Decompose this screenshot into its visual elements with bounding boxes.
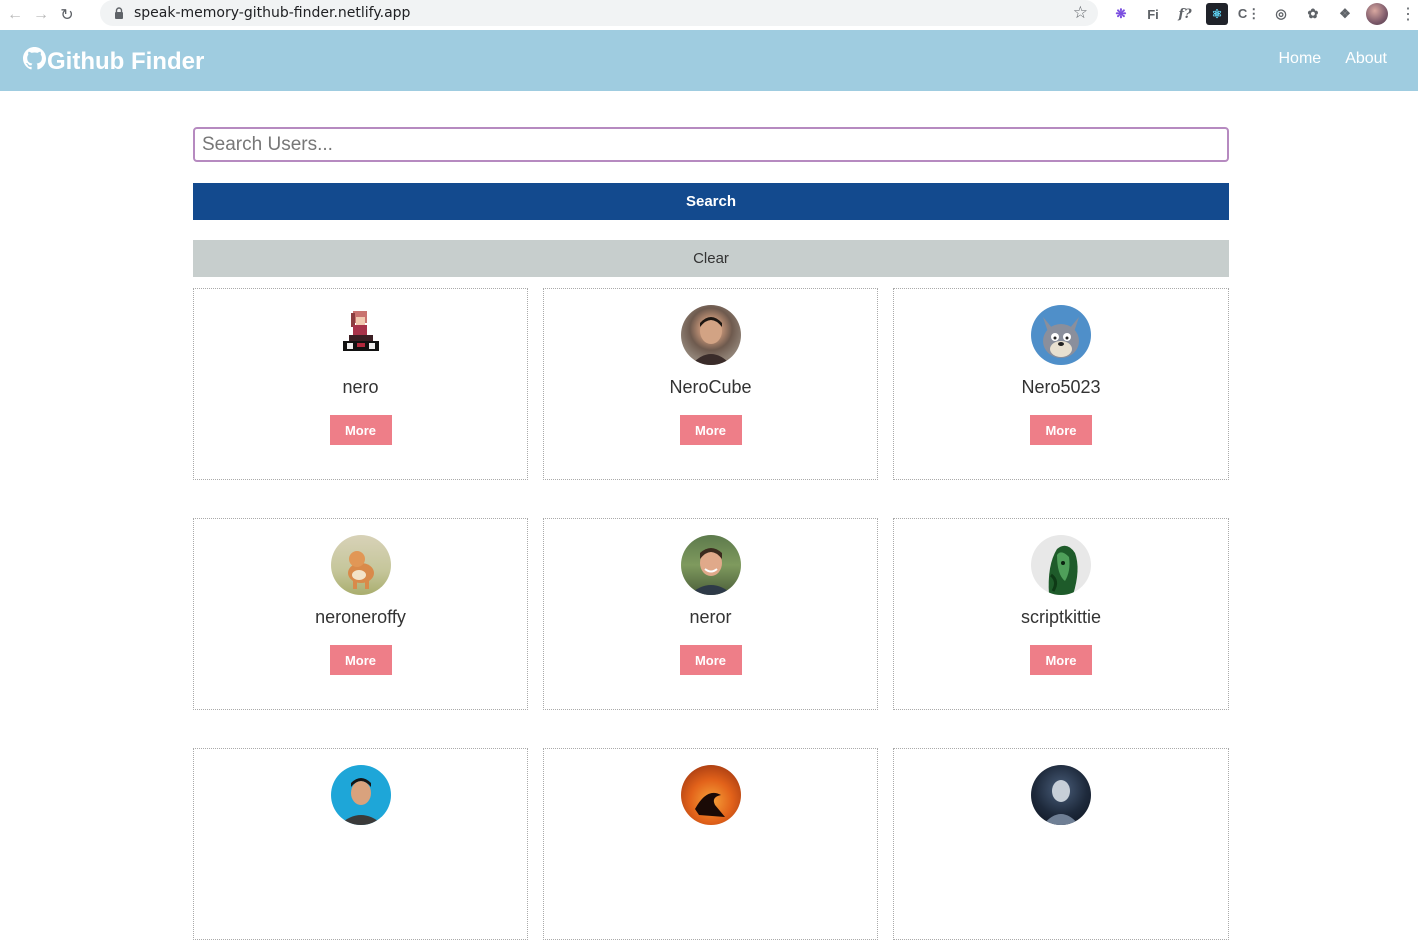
address-bar[interactable]: speak-memory-github-finder.netlify.app ☆ [100, 0, 1098, 26]
extension-react-icon[interactable]: ⚛ [1206, 3, 1228, 25]
extension-fi-icon[interactable]: Fi [1142, 3, 1164, 25]
more-button[interactable]: More [329, 415, 392, 445]
pixel-girl-avatar [330, 305, 391, 365]
user-login: Nero5023 [1021, 377, 1101, 397]
app-navbar: Github Finder Home About [0, 30, 1418, 91]
user-card: NeroCube More [543, 288, 878, 480]
person-photo-avatar [680, 535, 741, 595]
forward-arrow-icon[interactable]: → [30, 4, 52, 26]
search-input[interactable] [193, 127, 1229, 162]
browser-toolbar: ← → ↻ speak-memory-github-finder.netlify… [0, 0, 1418, 30]
user-card [543, 748, 878, 940]
dark-figure-avatar [1031, 765, 1091, 825]
user-card: neror More [543, 518, 878, 710]
user-login: neror [689, 607, 732, 627]
nav-link-about[interactable]: About [1345, 50, 1387, 68]
profile-avatar[interactable] [1366, 3, 1388, 25]
user-card: neroneroffy More [193, 518, 528, 710]
user-login: neroneroffy [315, 607, 406, 627]
bookmark-star-icon[interactable]: ☆ [1073, 3, 1088, 23]
person-blue-background-avatar [330, 765, 391, 825]
more-button[interactable]: More [1030, 415, 1092, 445]
user-login: nero [342, 377, 379, 397]
nav-links: Home About [1279, 50, 1388, 68]
github-icon [23, 47, 47, 77]
clear-button[interactable]: Clear [193, 240, 1229, 277]
url-text: speak-memory-github-finder.netlify.app [134, 5, 411, 21]
user-card: scriptkittie More [893, 518, 1229, 710]
more-button[interactable]: More [679, 415, 742, 445]
user-login: scriptkittie [1020, 607, 1101, 627]
reload-icon[interactable]: ↻ [56, 4, 78, 26]
more-button[interactable]: More [679, 645, 742, 675]
extension-f-icon[interactable]: f? [1174, 3, 1196, 25]
puzzle-icon[interactable]: ❖ [1334, 3, 1356, 25]
cartoon-cat-avatar [1031, 305, 1091, 365]
extension-c-icon[interactable]: C⋮ [1238, 3, 1260, 25]
extension-circle-icon[interactable]: ◎ [1270, 3, 1292, 25]
extensions-area: ❋ Fi f? ⚛ C⋮ ◎ ✿ ❖ [1110, 2, 1388, 26]
search-button[interactable]: Search [193, 183, 1229, 220]
user-login: NeroCube [669, 377, 752, 397]
green-art-avatar [1031, 535, 1091, 595]
brand-title: Github Finder [47, 48, 205, 75]
dog-photo-avatar [330, 535, 391, 595]
extension-purple-icon[interactable]: ❋ [1110, 3, 1132, 25]
back-arrow-icon[interactable]: ← [4, 4, 26, 26]
sunset-silhouette-avatar [680, 765, 741, 825]
user-card: nero More [193, 288, 528, 480]
more-button[interactable]: More [1030, 645, 1092, 675]
users-grid: nero More NeroCube More Nero5023 More ne… [193, 288, 1229, 940]
brand[interactable]: Github Finder [23, 47, 204, 77]
user-card: Nero5023 More [893, 288, 1229, 480]
nav-link-home[interactable]: Home [1279, 50, 1322, 68]
user-card [193, 748, 528, 940]
lock-icon [112, 6, 126, 20]
extension-bug-icon[interactable]: ✿ [1302, 3, 1324, 25]
kebab-menu-icon[interactable]: ⋮ [1400, 4, 1416, 24]
user-card [893, 748, 1229, 940]
person-photo-avatar [680, 305, 741, 365]
more-button[interactable]: More [329, 645, 392, 675]
